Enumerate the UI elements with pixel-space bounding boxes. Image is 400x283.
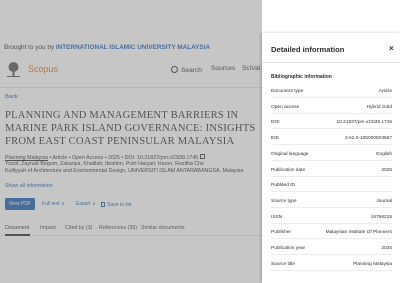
- info-key: DOI: [271, 120, 280, 126]
- info-key: PubMed ID: [271, 183, 295, 189]
- info-value: Journal: [376, 198, 392, 204]
- info-row: Publisher Malaysian Institute Of Planners: [271, 229, 392, 240]
- info-key: Publication year: [271, 246, 306, 251]
- info-value: Article: [378, 89, 392, 94]
- modal-backdrop[interactable]: [0, 0, 262, 283]
- panel-title: Detailed information: [271, 45, 345, 54]
- info-row: ISSN 16756215: [271, 214, 392, 224]
- info-key: Document type: [271, 89, 304, 94]
- info-row: Publication date 2025: [271, 167, 392, 177]
- close-icon[interactable]: ×: [389, 44, 394, 53]
- panel-divider: [262, 62, 400, 63]
- info-row: DOI 10.21837/pm.v23i39.1745: [271, 119, 392, 130]
- info-key: Original language: [271, 151, 309, 157]
- info-row: Document type Article: [271, 88, 392, 98]
- info-value: 2025: [381, 167, 392, 173]
- info-value: Hybrid Gold: [366, 104, 392, 110]
- info-key: ISSN: [271, 214, 283, 220]
- info-key: Publisher: [271, 230, 291, 236]
- info-row: PubMed ID: [271, 182, 392, 193]
- info-row: Open access Hybrid Gold: [271, 104, 392, 114]
- info-key: Publication date: [271, 167, 306, 173]
- info-value: Planning Malaysia: [353, 261, 392, 267]
- info-row: EID 2-s2.0-105000823567: [271, 135, 392, 146]
- info-row: Publication year 2025: [271, 245, 392, 255]
- info-value: 16756215: [370, 214, 392, 220]
- info-row: Source type Journal: [271, 198, 392, 208]
- info-key: Source type: [271, 198, 297, 204]
- info-row: Original language English: [271, 151, 392, 161]
- info-key: Source title: [271, 261, 295, 267]
- info-value: Malaysian Institute Of Planners: [325, 230, 392, 236]
- detailed-information-panel: Detailed information × Bibliographic inf…: [262, 33, 400, 283]
- info-value: 2025: [381, 246, 392, 251]
- info-key: EID: [271, 136, 279, 142]
- bibliographic-information-heading: Bibliographic information: [271, 74, 332, 80]
- info-value: English: [376, 151, 392, 157]
- info-key: Open access: [271, 104, 299, 110]
- info-value: 10.21837/pm.v23i39.1745: [336, 120, 392, 126]
- info-value: 2-s2.0-105000823567: [345, 136, 392, 142]
- info-row: Source title Planning Malaysia: [271, 261, 392, 271]
